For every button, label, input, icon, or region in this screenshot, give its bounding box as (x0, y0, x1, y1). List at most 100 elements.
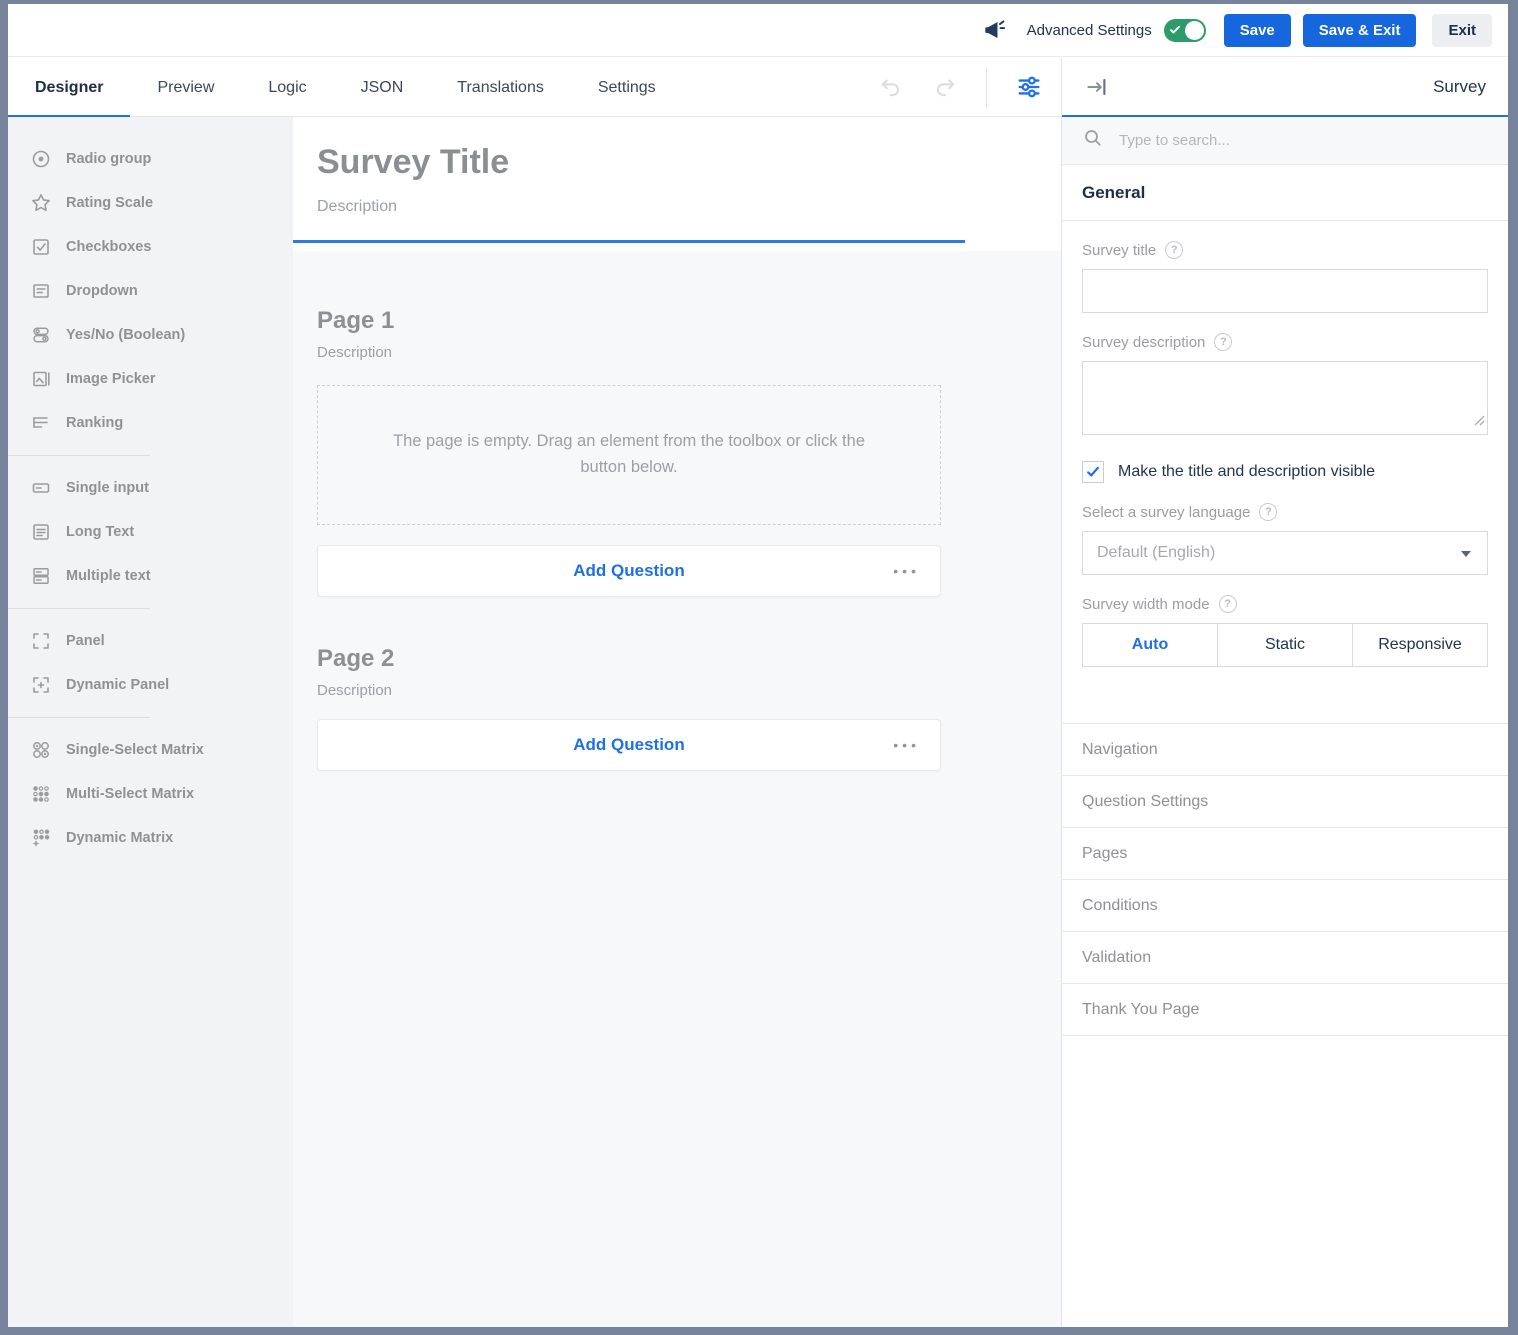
property-search-input[interactable] (1117, 131, 1488, 150)
survey-title-field-label: Survey title ? (1082, 241, 1488, 259)
save-button[interactable]: Save (1224, 14, 1291, 47)
save-exit-button[interactable]: Save & Exit (1303, 14, 1417, 47)
page-description[interactable]: Description (317, 344, 941, 361)
dynamic-panel-icon (30, 674, 52, 696)
section-navigation[interactable]: Navigation (1062, 724, 1508, 776)
survey-header[interactable]: Survey Title Description (293, 117, 1061, 251)
width-mode-responsive[interactable]: Responsive (1352, 624, 1487, 666)
survey-header-underline (293, 240, 965, 243)
width-mode-segmented-control: Auto Static Responsive (1082, 623, 1488, 667)
survey-title[interactable]: Survey Title (317, 143, 1037, 182)
survey-description-textarea[interactable] (1082, 361, 1488, 435)
toolbox-item-dynamic-matrix[interactable]: Dynamic Matrix (8, 816, 293, 860)
toolbox: Radio group Rating Scale Checkboxes Drop… (8, 117, 293, 1327)
width-mode-static[interactable]: Static (1217, 624, 1352, 666)
empty-page-dropzone[interactable]: The page is empty. Drag an element from … (317, 385, 941, 525)
rating-scale-icon (30, 192, 52, 214)
tab-settings[interactable]: Settings (571, 58, 683, 117)
width-mode-field-label: Survey width mode ? (1082, 595, 1488, 613)
survey-title-input[interactable] (1082, 269, 1488, 313)
section-conditions[interactable]: Conditions (1062, 880, 1508, 932)
panel-icon (30, 630, 52, 652)
tab-bar: Designer Preview Logic JSON Translations… (8, 58, 1061, 117)
multiple-text-icon (30, 565, 52, 587)
help-icon[interactable]: ? (1259, 503, 1277, 521)
single-select-matrix-icon (30, 739, 52, 761)
tab-designer[interactable]: Designer (8, 58, 130, 117)
page-title[interactable]: Page 1 (317, 307, 941, 335)
toolbox-item-rating-scale[interactable]: Rating Scale (8, 181, 293, 225)
tab-preview[interactable]: Preview (130, 58, 241, 117)
section-general[interactable]: General (1062, 165, 1508, 221)
add-question-card[interactable]: Add Question ••• (317, 545, 941, 597)
toolbox-item-single-select-matrix[interactable]: Single-Select Matrix (8, 728, 293, 772)
survey-creator-window: Advanced Settings Save Save & Exit Exit … (8, 4, 1508, 1327)
survey-description-field-label: Survey description ? (1082, 333, 1488, 351)
toolbox-item-radio-group[interactable]: Radio group (8, 137, 293, 181)
exit-button[interactable]: Exit (1432, 14, 1492, 47)
chevron-down-icon (1461, 551, 1471, 557)
toolbox-item-image-picker[interactable]: Image Picker (8, 357, 293, 401)
toggle-knob (1185, 21, 1204, 40)
add-question-button[interactable]: Add Question (318, 561, 940, 581)
page-2-block: Page 2 Description Add Question ••• (317, 645, 941, 771)
help-icon[interactable]: ? (1165, 241, 1183, 259)
radio-group-icon (30, 148, 52, 170)
redo-icon[interactable] (932, 74, 958, 100)
title-visibility-row[interactable]: Make the title and description visible (1082, 461, 1488, 483)
design-surface: Survey Title Description Page 1 Descript… (293, 117, 1061, 1327)
dynamic-matrix-icon (30, 827, 52, 849)
resize-grip-icon[interactable] (1473, 413, 1485, 431)
toolbox-item-multiple-text[interactable]: Multiple text (8, 554, 293, 598)
empty-page-text: The page is empty. Drag an element from … (380, 429, 878, 480)
ranking-icon (30, 412, 52, 434)
image-picker-icon (30, 368, 52, 390)
collapse-panel-icon[interactable] (1084, 74, 1110, 100)
question-type-menu-icon[interactable]: ••• (893, 738, 920, 752)
selected-element-label: Survey (1433, 77, 1486, 97)
toolbox-item-dropdown[interactable]: Dropdown (8, 269, 293, 313)
toolbox-item-checkboxes[interactable]: Checkboxes (8, 225, 293, 269)
property-panel-header: Survey (1062, 58, 1508, 117)
title-visibility-label: Make the title and description visible (1118, 463, 1375, 481)
page-1-block: Page 1 Description The page is empty. Dr… (317, 307, 941, 597)
tab-bar-actions (878, 67, 1061, 107)
megaphone-icon (981, 17, 1007, 43)
top-bar: Advanced Settings Save Save & Exit Exit (8, 4, 1508, 57)
tab-logic[interactable]: Logic (241, 58, 333, 117)
page-title[interactable]: Page 2 (317, 645, 941, 673)
language-select-value: Default (English) (1097, 544, 1215, 562)
width-mode-auto[interactable]: Auto (1083, 624, 1217, 666)
add-question-card[interactable]: Add Question ••• (317, 719, 941, 771)
toolbox-item-multi-select-matrix[interactable]: Multi-Select Matrix (8, 772, 293, 816)
advanced-settings-toggle[interactable] (1164, 19, 1206, 42)
help-icon[interactable]: ? (1219, 595, 1237, 613)
multi-select-matrix-icon (30, 783, 52, 805)
main-row: Designer Preview Logic JSON Translations… (8, 58, 1508, 1327)
language-select[interactable]: Default (English) (1082, 531, 1488, 575)
help-icon[interactable]: ? (1214, 333, 1232, 351)
title-visibility-checkbox[interactable] (1082, 461, 1104, 483)
property-panel: Survey General Survey title ? Survey des… (1061, 58, 1508, 1327)
search-icon (1082, 127, 1104, 154)
section-validation[interactable]: Validation (1062, 932, 1508, 984)
toolbox-item-dynamic-panel[interactable]: Dynamic Panel (8, 663, 293, 707)
section-question-settings[interactable]: Question Settings (1062, 776, 1508, 828)
survey-description[interactable]: Description (317, 198, 1037, 216)
checkboxes-icon (30, 236, 52, 258)
toolbox-item-single-input[interactable]: Single input (8, 466, 293, 510)
tab-json[interactable]: JSON (334, 58, 431, 117)
view-settings-icon[interactable] (1015, 73, 1043, 101)
undo-icon[interactable] (878, 74, 904, 100)
toolbox-item-panel[interactable]: Panel (8, 619, 293, 663)
tab-translations[interactable]: Translations (430, 58, 571, 117)
toolbox-item-boolean[interactable]: Yes/No (Boolean) (8, 313, 293, 357)
page-description[interactable]: Description (317, 682, 941, 699)
question-type-menu-icon[interactable]: ••• (893, 564, 920, 578)
add-question-button[interactable]: Add Question (318, 735, 940, 755)
section-pages[interactable]: Pages (1062, 828, 1508, 880)
toolbox-item-long-text[interactable]: Long Text (8, 510, 293, 554)
section-thank-you-page[interactable]: Thank You Page (1062, 984, 1508, 1036)
toolbox-item-ranking[interactable]: Ranking (8, 401, 293, 445)
single-input-icon (30, 477, 52, 499)
